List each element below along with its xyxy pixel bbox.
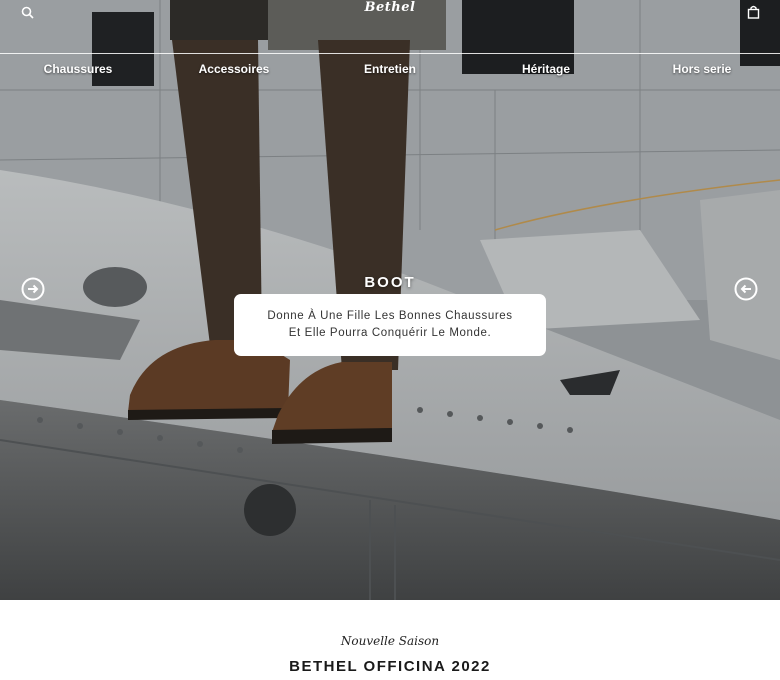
hero-banner: Bethel Chaussures Accessoires Entretien … [0, 0, 780, 600]
nav-item-entretien[interactable]: Entretien [364, 62, 416, 76]
collection-section: Nouvelle Saison BETHEL OFFICINA 2022 [0, 600, 780, 680]
slide-tagline-card[interactable]: Donne À Une Fille Les Bonnes Chaussures … [234, 294, 546, 356]
nav-item-hors-serie[interactable]: Hors serie [673, 62, 732, 76]
section-title: BETHEL OFFICINA 2022 [289, 658, 491, 675]
tagline-line-1: Donne À Une Fille Les Bonnes Chaussures [267, 310, 513, 322]
nav-divider [0, 53, 780, 54]
shopping-bag-icon [747, 5, 759, 19]
main-nav: Chaussures Accessoires Entretien Héritag… [0, 62, 780, 84]
nav-item-heritage[interactable]: Héritage [522, 62, 570, 76]
nav-item-accessoires[interactable]: Accessoires [199, 62, 270, 76]
tagline-line-2: Et Elle Pourra Conquérir Le Monde. [288, 327, 492, 339]
cart-button[interactable] [744, 3, 762, 21]
slide-title: BOOT [364, 274, 416, 291]
brand-logo[interactable]: Bethel [0, 0, 780, 15]
nav-item-chaussures[interactable]: Chaussures [44, 62, 113, 76]
top-bar: Bethel [0, 0, 780, 24]
section-subtitle: Nouvelle Saison [340, 634, 440, 648]
